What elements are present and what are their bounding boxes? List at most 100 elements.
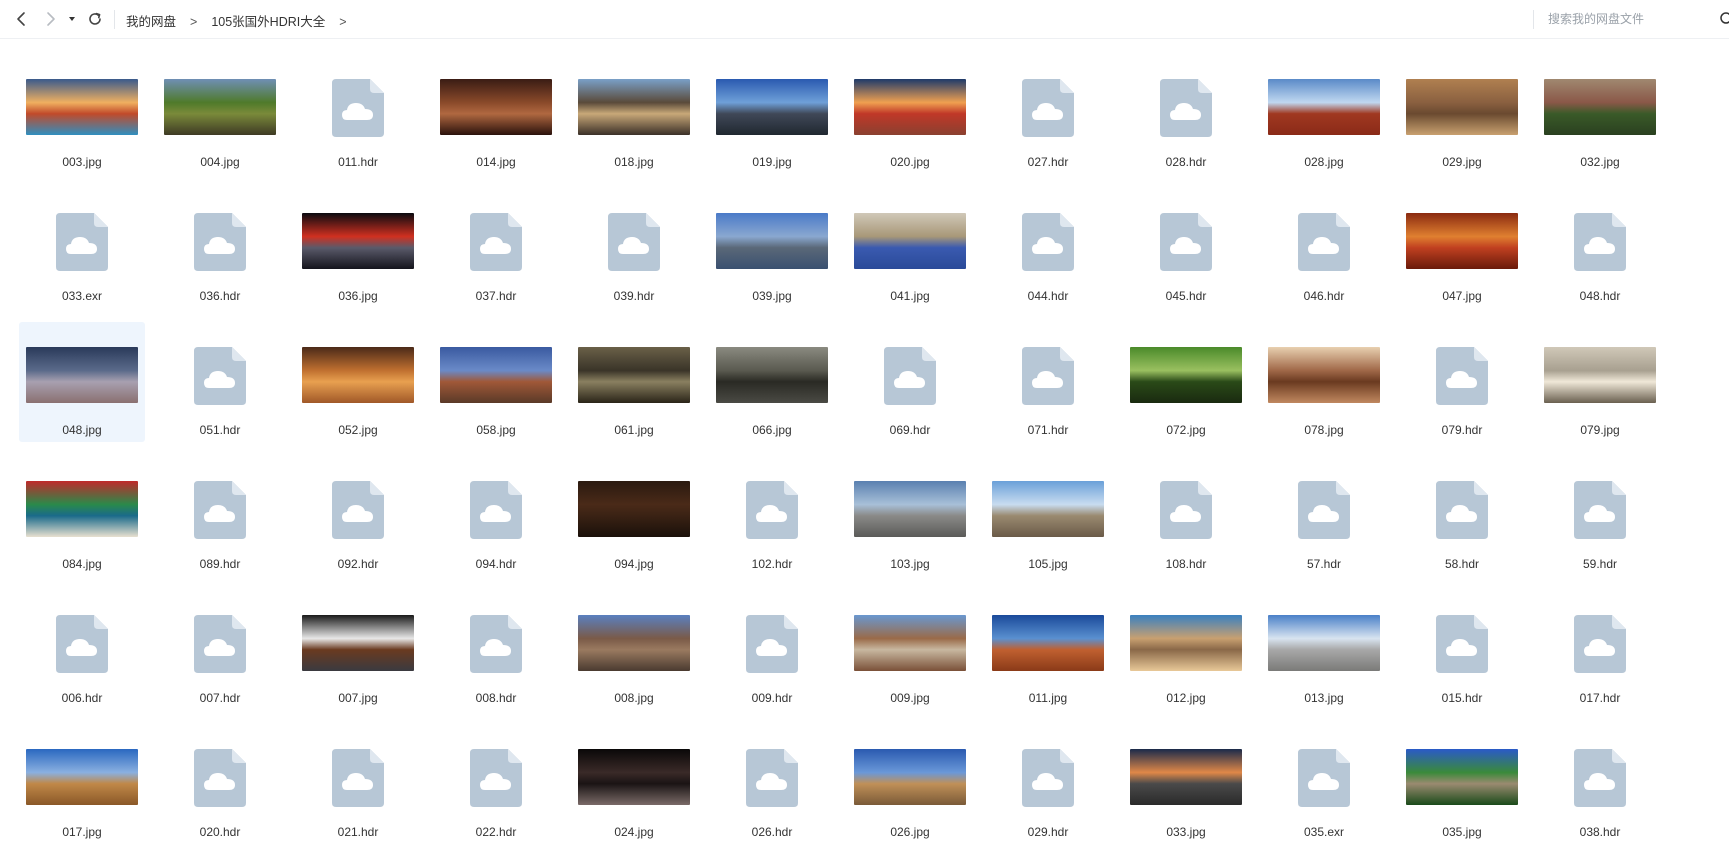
file-item[interactable]: 078.jpg (1261, 322, 1387, 442)
file-name: 045.hdr (1165, 289, 1207, 303)
file-item[interactable]: 092.hdr (295, 456, 421, 576)
file-item[interactable]: 041.jpg (847, 188, 973, 308)
file-item[interactable]: 018.jpg (571, 54, 697, 174)
file-name: 58.hdr (1444, 557, 1480, 571)
file-item[interactable]: 017.jpg (19, 724, 145, 844)
history-dropdown-button[interactable] (66, 10, 78, 28)
file-item[interactable]: 029.hdr (985, 724, 1111, 844)
breadcrumb-separator[interactable]: > (339, 15, 346, 29)
file-item[interactable]: 036.hdr (157, 188, 283, 308)
file-item[interactable]: 011.hdr (295, 54, 421, 174)
file-item[interactable]: 022.hdr (433, 724, 559, 844)
back-button[interactable] (13, 10, 31, 28)
file-item[interactable]: 026.jpg (847, 724, 973, 844)
file-item[interactable]: 017.hdr (1537, 590, 1663, 710)
file-item[interactable]: 036.jpg (295, 188, 421, 308)
file-item[interactable]: 039.jpg (709, 188, 835, 308)
file-item[interactable]: 008.jpg (571, 590, 697, 710)
file-item[interactable]: 047.jpg (1399, 188, 1525, 308)
file-item[interactable]: 071.hdr (985, 322, 1111, 442)
file-name: 018.jpg (614, 155, 654, 169)
file-item[interactable]: 084.jpg (19, 456, 145, 576)
file-item[interactable]: 024.jpg (571, 724, 697, 844)
file-item[interactable]: 003.jpg (19, 54, 145, 174)
breadcrumb-item-root[interactable]: 我的网盘 (126, 11, 176, 30)
file-item[interactable]: 012.jpg (1123, 590, 1249, 710)
file-item[interactable]: 014.jpg (433, 54, 559, 174)
breadcrumb-item-folder[interactable]: 105张国外HDRI大全 (211, 11, 325, 30)
file-item[interactable]: 028.hdr (1123, 54, 1249, 174)
file-item[interactable]: 094.hdr (433, 456, 559, 576)
file-item[interactable]: 029.jpg (1399, 54, 1525, 174)
file-item[interactable]: 094.jpg (571, 456, 697, 576)
file-item[interactable]: 051.hdr (157, 322, 283, 442)
file-item[interactable]: 033.exr (19, 188, 145, 308)
file-item[interactable]: 035.jpg (1399, 724, 1525, 844)
forward-button[interactable] (41, 10, 59, 28)
toolbar: 我的网盘 >105张国外HDRI大全 > (0, 0, 1729, 39)
file-name: 052.jpg (338, 423, 378, 437)
file-item[interactable]: 015.hdr (1399, 590, 1525, 710)
file-item[interactable]: 026.hdr (709, 724, 835, 844)
file-name: 084.jpg (62, 557, 102, 571)
file-item[interactable]: 027.hdr (985, 54, 1111, 174)
file-item[interactable]: 57.hdr (1261, 456, 1387, 576)
file-item[interactable]: 039.hdr (571, 188, 697, 308)
file-item[interactable]: 019.jpg (709, 54, 835, 174)
file-item[interactable]: 038.hdr (1537, 724, 1663, 844)
file-item[interactable]: 013.jpg (1261, 590, 1387, 710)
file-item[interactable]: 044.hdr (985, 188, 1111, 308)
file-item[interactable]: 046.hdr (1261, 188, 1387, 308)
cloud-file-icon (332, 749, 384, 807)
cloud-file-icon (56, 213, 108, 271)
file-item[interactable]: 079.jpg (1537, 322, 1663, 442)
file-item[interactable]: 033.jpg (1123, 724, 1249, 844)
cloud-file-icon (746, 615, 798, 673)
file-item[interactable]: 028.jpg (1261, 54, 1387, 174)
file-item[interactable]: 066.jpg (709, 322, 835, 442)
file-item[interactable]: 020.hdr (157, 724, 283, 844)
file-item[interactable]: 007.jpg (295, 590, 421, 710)
file-name: 57.hdr (1306, 557, 1342, 571)
file-item[interactable]: 004.jpg (157, 54, 283, 174)
image-thumbnail (1544, 347, 1656, 403)
file-item[interactable]: 102.hdr (709, 456, 835, 576)
search-divider (1533, 10, 1534, 29)
file-item[interactable]: 006.hdr (19, 590, 145, 710)
file-item[interactable]: 020.jpg (847, 54, 973, 174)
file-name: 011.jpg (1028, 691, 1068, 705)
file-item[interactable]: 105.jpg (985, 456, 1111, 576)
file-item[interactable]: 035.exr (1261, 724, 1387, 844)
refresh-button[interactable] (86, 10, 104, 28)
image-thumbnail (1130, 749, 1242, 805)
search-input[interactable] (1548, 9, 1708, 29)
file-item[interactable]: 008.hdr (433, 590, 559, 710)
file-item[interactable]: 59.hdr (1537, 456, 1663, 576)
file-item[interactable]: 032.jpg (1537, 54, 1663, 174)
file-item[interactable]: 052.jpg (295, 322, 421, 442)
file-item[interactable]: 007.hdr (157, 590, 283, 710)
file-item[interactable]: 021.hdr (295, 724, 421, 844)
file-item[interactable]: 108.hdr (1123, 456, 1249, 576)
file-item[interactable]: 011.jpg (985, 590, 1111, 710)
file-item[interactable]: 045.hdr (1123, 188, 1249, 308)
file-name: 094.hdr (475, 557, 517, 571)
file-item[interactable]: 072.jpg (1123, 322, 1249, 442)
file-name: 008.jpg (614, 691, 654, 705)
file-item[interactable]: 089.hdr (157, 456, 283, 576)
file-item[interactable]: 58.hdr (1399, 456, 1525, 576)
file-name: 59.hdr (1582, 557, 1618, 571)
file-item[interactable]: 058.jpg (433, 322, 559, 442)
file-item[interactable]: 079.hdr (1399, 322, 1525, 442)
search-icon[interactable] (1719, 12, 1729, 26)
image-thumbnail (578, 347, 690, 403)
file-item[interactable]: 009.hdr (709, 590, 835, 710)
image-thumbnail (1406, 79, 1518, 135)
file-item[interactable]: 069.hdr (847, 322, 973, 442)
file-item[interactable]: 009.jpg (847, 590, 973, 710)
file-item[interactable]: 048.jpg (19, 322, 145, 442)
file-item[interactable]: 048.hdr (1537, 188, 1663, 308)
file-item[interactable]: 061.jpg (571, 322, 697, 442)
file-item[interactable]: 037.hdr (433, 188, 559, 308)
file-item[interactable]: 103.jpg (847, 456, 973, 576)
